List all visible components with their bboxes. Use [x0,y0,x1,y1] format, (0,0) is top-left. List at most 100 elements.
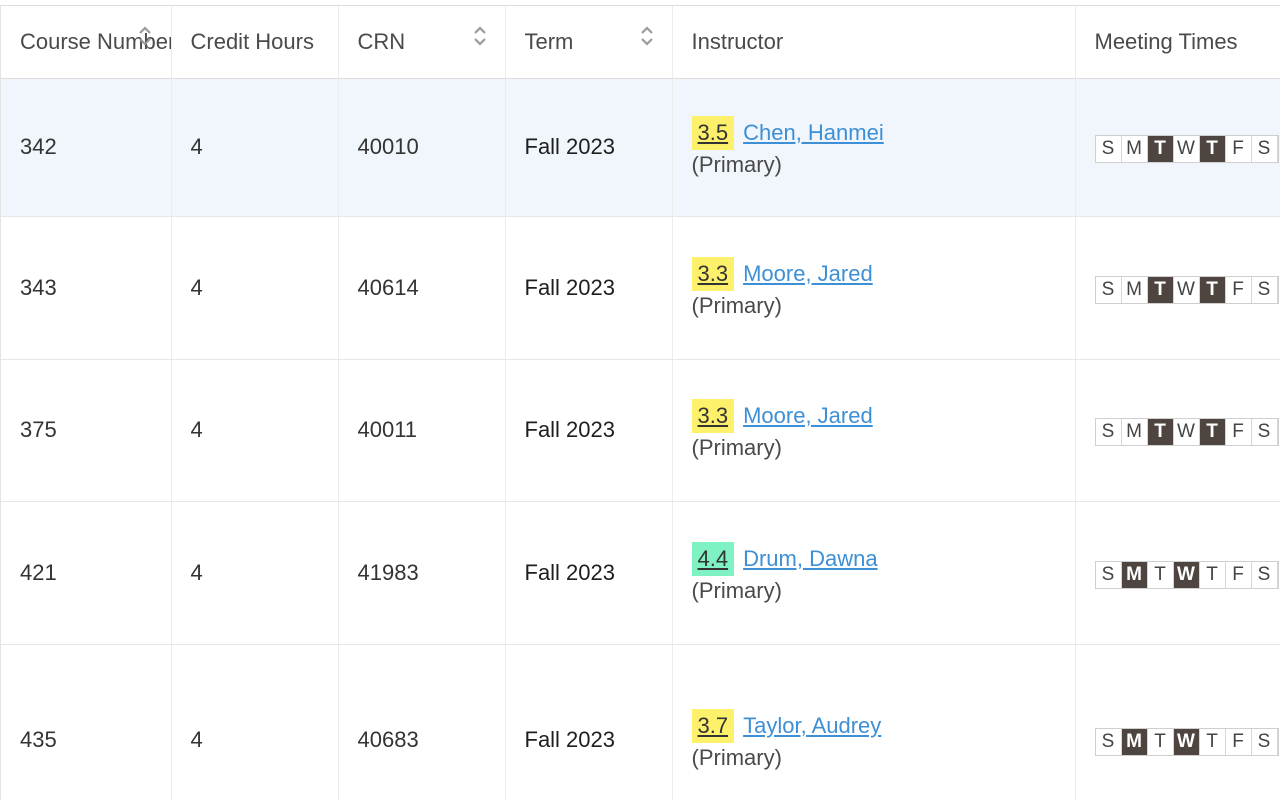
instructor-link[interactable]: Taylor, Audrey [743,713,881,739]
credit-hours-cell-value: 4 [190,727,203,752]
course-number-cell-value: 375 [20,417,57,442]
crn-cell: 40683 [338,644,506,800]
table-row[interactable]: 421 4 41983 Fall 2023 4.4 Drum, Dawna (Primary… [1,501,1280,645]
instructor-line: 4.4 Drum, Dawna [691,541,1075,576]
meeting-day: S [1251,136,1278,162]
meeting-day: S [1251,729,1278,755]
meeting-days: SMTWTFS [1094,560,1279,589]
header-instructor: Instructor [672,6,1076,79]
meeting-days: SMTWTFS [1094,418,1279,446]
header-label: Credit Hours [190,28,314,54]
instructor-role: (Primary) [691,435,782,460]
credit-hours-cell: 4 [171,216,339,360]
meeting-day: S [1251,276,1278,303]
course-number-cell: 342 [1,78,172,217]
crn-cell-value: 40011 [357,417,418,442]
rating-badge[interactable]: 3.7 [691,709,735,743]
term-cell: Fall 2023 [505,216,673,360]
sort-icon[interactable] [137,24,153,48]
meeting-day-active: T [1147,276,1174,303]
instructor-link[interactable]: Moore, Jared [743,261,873,287]
header-label: Term [524,28,574,54]
meeting-day: T [1147,561,1174,588]
meeting-day: M [1121,419,1148,445]
meeting-times-cell: SMTWTFS [1075,78,1280,217]
crn-cell-value: 40010 [357,134,419,159]
crn-cell: 40010 [338,78,506,217]
instructor-role: (Primary) [691,745,782,770]
term-cell-value: Fall 2023 [524,727,616,752]
table-row[interactable]: 343 4 40614 Fall 2023 3.3 Moore, Jared (Primar… [1,216,1280,360]
table-header-row: Course Number Credit Hours CRN Term Inst… [1,6,1280,79]
meeting-day: T [1199,561,1226,588]
term-cell: Fall 2023 [505,501,673,645]
meeting-day: S [1251,419,1278,445]
instructor-link[interactable]: Moore, Jared [743,403,873,429]
instructor-role: (Primary) [691,292,782,318]
crn-cell: 41983 [338,501,506,645]
course-number-cell: 375 [1,359,172,502]
course-number-cell-value: 421 [20,559,57,585]
header-label: Meeting Times [1094,28,1238,54]
meeting-times-cell: SMTWTFS [1075,501,1280,645]
header-label: Instructor [691,28,784,54]
credit-hours-cell-value: 4 [190,559,203,585]
meeting-day-active: T [1199,276,1226,303]
meeting-day-active: M [1121,729,1148,755]
course-number-cell-value: 342 [20,134,57,159]
crn-cell: 40011 [338,359,506,502]
instructor-link[interactable]: Chen, Hanmei [743,120,884,146]
table-row[interactable]: 375 4 40011 Fall 2023 3.3 Moore, Jared (Primar… [1,359,1280,502]
meeting-day: F [1225,419,1252,445]
table-row[interactable]: 342 4 40010 Fall 2023 3.5 Chen, Hanmei (Primar… [1,78,1280,217]
instructor-cell: 4.4 Drum, Dawna (Primary) [672,501,1076,645]
instructor-role: (Primary) [691,577,782,603]
sort-icon[interactable] [639,24,655,48]
meeting-day: W [1173,136,1200,162]
course-number-cell: 343 [1,216,172,360]
table-row[interactable]: 435 4 40683 Fall 2023 3.7 Taylor, Audrey (Prim… [1,644,1280,800]
meeting-day: S [1095,729,1122,755]
term-cell: Fall 2023 [505,644,673,800]
header-course-number[interactable]: Course Number [1,6,172,79]
instructor-line: 3.3 Moore, Jared [691,399,1075,433]
instructor-cell: 3.5 Chen, Hanmei (Primary) [672,78,1076,217]
rating-badge[interactable]: 3.3 [691,256,735,291]
course-number-cell-value: 435 [20,727,57,752]
course-number-cell: 435 [1,644,172,800]
term-cell-value: Fall 2023 [524,417,616,442]
header-term[interactable]: Term [505,6,673,79]
instructor-link[interactable]: Drum, Dawna [743,546,877,572]
meeting-day: S [1095,561,1122,588]
meeting-day-active: W [1173,561,1200,588]
credit-hours-cell-value: 4 [190,417,203,442]
meeting-day-active: W [1173,729,1200,755]
rating-badge[interactable]: 4.4 [691,541,735,576]
meeting-days: SMTWTFS [1094,135,1279,163]
meeting-day: S [1251,561,1278,588]
meeting-day-active: T [1199,136,1226,162]
instructor-role: (Primary) [691,152,782,177]
credit-hours-cell: 4 [171,644,339,800]
header-crn[interactable]: CRN [338,6,506,79]
course-number-cell-value: 343 [20,274,57,300]
meeting-day: T [1199,729,1226,755]
meeting-day: F [1225,136,1252,162]
header-credit-hours: Credit Hours [171,6,339,79]
sort-icon[interactable] [472,24,488,48]
meeting-times-cell: SMTWTFS [1075,644,1280,800]
meeting-times-cell: SMTWTFS [1075,359,1280,502]
term-cell-value: Fall 2023 [524,134,616,159]
meeting-day: S [1095,136,1122,162]
meeting-day: F [1225,561,1252,588]
credit-hours-cell: 4 [171,359,339,502]
meeting-day: T [1147,729,1174,755]
meeting-day: F [1225,729,1252,755]
crn-cell-value: 40614 [357,274,419,300]
rating-badge[interactable]: 3.3 [691,399,735,433]
meeting-day-active: T [1147,419,1174,445]
meeting-day: S [1095,419,1122,445]
header-meeting-times: Meeting Times [1075,6,1280,79]
instructor-cell: 3.7 Taylor, Audrey (Primary) [672,644,1076,800]
rating-badge[interactable]: 3.5 [691,116,735,150]
